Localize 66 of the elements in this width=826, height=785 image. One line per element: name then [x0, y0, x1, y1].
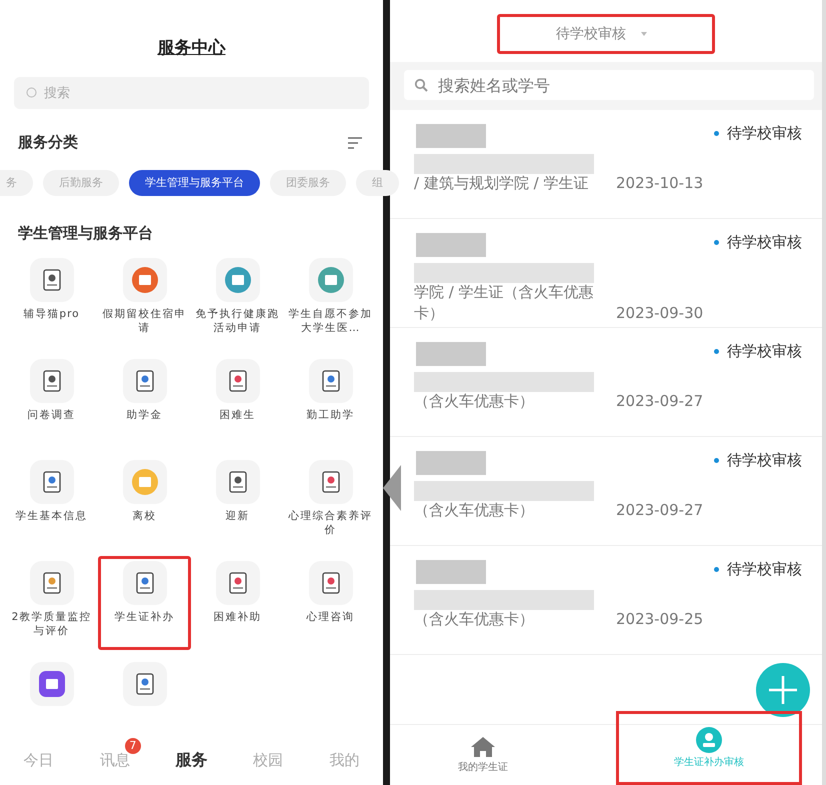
- nav-tab[interactable]: 服务: [175, 750, 208, 768]
- app-label: 助学金: [126, 409, 164, 423]
- app-label: 迎新: [224, 510, 250, 524]
- search-field[interactable]: 搜索: [14, 77, 369, 109]
- caret-icon: [640, 31, 648, 37]
- record-detail: / 建筑与规划学院 / 学生证: [414, 173, 590, 194]
- sort-icon[interactable]: [347, 136, 363, 150]
- section-heading: 服务分类: [18, 133, 78, 152]
- blurred-name: [416, 342, 486, 366]
- search-icon: [414, 78, 428, 92]
- status-label: 待学校审核: [727, 560, 802, 579]
- app-label: 免予执行健康跑活动申请: [194, 308, 280, 336]
- record-date: 2023-09-30: [616, 303, 704, 324]
- record-date: 2023-09-25: [616, 609, 704, 630]
- search-field[interactable]: 搜索姓名或学号: [404, 70, 814, 100]
- category-chip[interactable]: 团委服务: [270, 170, 346, 196]
- record-date: 2023-09-27: [616, 500, 704, 521]
- home-icon: [470, 736, 496, 758]
- app-label: 问卷调查: [26, 409, 76, 423]
- app-label: 辅导猫pro: [22, 308, 81, 322]
- app-label: 心理综合素养评价: [288, 510, 374, 538]
- app-label: 学生自愿不参加大学生医…: [288, 308, 374, 336]
- record-detail: 学院 / 学生证（含火车优惠卡）: [414, 282, 595, 324]
- search-icon: [26, 87, 38, 99]
- notification-badge: 7: [124, 738, 141, 754]
- nav-tab[interactable]: 我的: [330, 751, 360, 769]
- app-label: 困难生: [218, 409, 256, 423]
- section-heading: 学生管理与服务平台: [18, 224, 154, 243]
- status-label: 待学校审核: [727, 451, 802, 470]
- user-icon: [696, 727, 722, 753]
- nav-tab[interactable]: 校园: [253, 751, 284, 769]
- document-icon[interactable]: [122, 359, 166, 403]
- app-label: 2教学质量监控与评价: [10, 611, 92, 638]
- page-title: 服务中心: [158, 37, 226, 59]
- app-label: 困难补助: [212, 611, 262, 625]
- status-label: 待学校审核: [727, 342, 802, 361]
- plus-icon: [768, 675, 798, 705]
- blurred-name: [416, 560, 486, 584]
- status-label: 待学校审核: [727, 124, 802, 143]
- blurred-name: [416, 451, 486, 475]
- record-detail: （含火车优惠卡）: [414, 609, 535, 630]
- nav-tab[interactable]: 讯息: [100, 751, 130, 769]
- status-dropdown[interactable]: 待学校审核: [497, 14, 715, 54]
- app-label: 勤工助学: [306, 409, 356, 423]
- app-label: 离校: [132, 510, 158, 524]
- app-label: 假期留校住宿申请: [102, 308, 188, 336]
- record-date: 2023-10-13: [616, 173, 704, 194]
- app-label: 心理咨询: [305, 611, 356, 625]
- add-button[interactable]: [756, 663, 810, 717]
- category-chip[interactable]: 后勤服务: [43, 170, 119, 196]
- category-chip[interactable]: 组: [356, 170, 399, 196]
- collapse-arrow-icon[interactable]: [383, 465, 401, 511]
- bottom-tab[interactable]: 学生证补办审核: [616, 711, 802, 785]
- blurred-name: [416, 233, 486, 257]
- app-label: 学生基本信息: [14, 510, 88, 524]
- document-icon[interactable]: [30, 460, 74, 504]
- status-label: 待学校审核: [727, 233, 802, 252]
- app-label: 学生证补办: [114, 611, 176, 625]
- category-chip[interactable]: 务: [0, 170, 33, 196]
- record-detail: （含火车优惠卡）: [414, 500, 535, 521]
- blurred-name: [416, 124, 486, 148]
- category-chip[interactable]: 学生管理与服务平台: [129, 170, 260, 196]
- record-detail: （含火车优惠卡）: [414, 391, 535, 412]
- record-date: 2023-09-27: [616, 391, 704, 412]
- bottom-tab[interactable]: 我的学生证: [390, 725, 576, 785]
- nav-tab[interactable]: 今日: [23, 751, 54, 769]
